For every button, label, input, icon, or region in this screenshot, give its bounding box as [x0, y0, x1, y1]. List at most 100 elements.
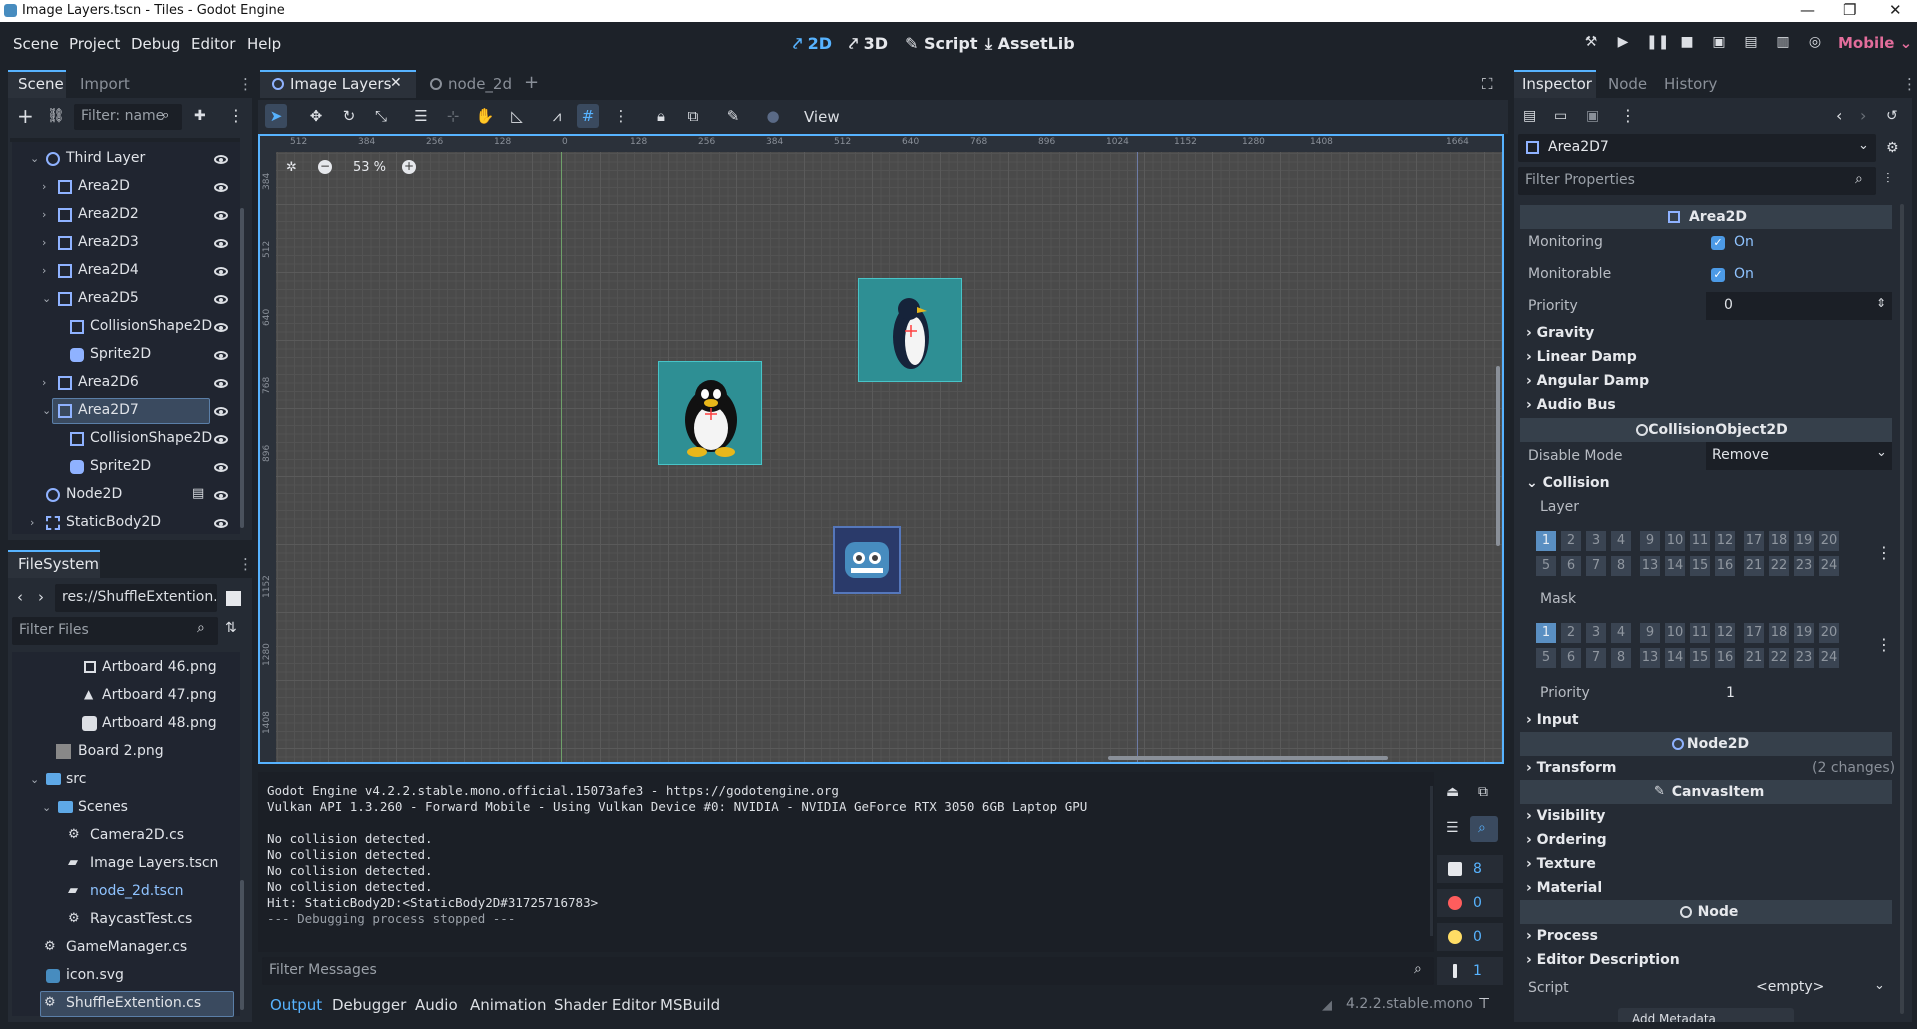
bottom-tab-animation[interactable]: Animation [470, 996, 546, 1014]
close-tab-icon[interactable]: ✕ [390, 75, 402, 91]
group-texture[interactable]: › Texture [1526, 856, 1596, 872]
workspace-script-button[interactable]: ✎ Script [905, 34, 977, 53]
attach-script-icon[interactable]: ✚ [194, 108, 206, 124]
zoom-level[interactable]: 53 % [353, 160, 386, 175]
dock-menu-icon[interactable]: ⋮ [1902, 75, 1917, 93]
layer-bit-23[interactable]: 23 [1794, 556, 1814, 576]
layer-bit-8[interactable]: 8 [1611, 556, 1631, 576]
visibility-eye-icon[interactable] [214, 519, 228, 528]
file-row[interactable]: Artboard 48.png [12, 710, 240, 738]
list-select-icon[interactable]: ☰ [410, 105, 432, 127]
tux-sprite-tile[interactable] [658, 361, 762, 465]
viewport-hscrollbar[interactable] [1108, 756, 1388, 760]
layer-bit-23[interactable]: 23 [1794, 648, 1814, 668]
warnings-toggle[interactable]: 0 [1437, 923, 1503, 951]
layer-bit-7[interactable]: 7 [1586, 556, 1606, 576]
tree-row-area2d4[interactable]: › Area2D4 [12, 257, 240, 285]
expand-arrow-icon[interactable]: ⌄ [42, 292, 51, 305]
object-history-icon[interactable]: ↺ [1886, 108, 1898, 124]
collapse-duplicates-icon[interactable]: ☰ [1446, 820, 1459, 836]
zoom-out-icon[interactable]: − [318, 160, 332, 174]
workspace-assetlib-button[interactable]: ⤓ AssetLib [985, 34, 1075, 54]
visibility-eye-icon[interactable] [214, 379, 228, 388]
layer-bit-19[interactable]: 19 [1794, 531, 1814, 551]
bottom-tab-debugger[interactable]: Debugger [332, 996, 406, 1014]
visibility-eye-icon[interactable] [214, 267, 228, 276]
bottom-tab-output[interactable]: Output [270, 996, 322, 1014]
file-row[interactable]: ⚙ Camera2D.cs [12, 822, 240, 850]
stop-icon[interactable]: ■ [1678, 34, 1696, 52]
tree-row-third-layer[interactable]: ⌄ Third Layer [12, 145, 240, 173]
split-mode-icon[interactable] [226, 591, 241, 606]
lock-icon[interactable]: 🔒︎ [650, 105, 672, 127]
scene-tree-scrollbar[interactable] [240, 208, 244, 528]
collision-priority-value[interactable]: 1 [1726, 685, 1735, 701]
visibility-eye-icon[interactable] [214, 239, 228, 248]
workspace-2d-button[interactable]: ⤤ 2D [793, 34, 832, 54]
bottom-tab-msbuild[interactable]: MSBuild [660, 996, 720, 1014]
smart-snap-icon[interactable]: ⩘ [546, 105, 568, 127]
errors-toggle[interactable]: 0 [1437, 889, 1503, 917]
remote-play-icon[interactable]: ▣ [1710, 34, 1728, 52]
add-node-icon[interactable]: + [17, 104, 34, 128]
workspace-3d-button[interactable]: ⤤ 3D [849, 34, 888, 54]
play-scene-icon[interactable]: ▤ [1742, 34, 1760, 52]
menu-help[interactable]: Help [247, 35, 281, 53]
mask-menu-icon[interactable]: ⋮ [1876, 635, 1892, 654]
scale-mode-icon[interactable]: ⤡ [370, 105, 392, 127]
layer-bit-18[interactable]: 18 [1769, 623, 1789, 643]
group-angular-damp[interactable]: › Angular Damp [1526, 373, 1649, 389]
group-visibility[interactable]: › Visibility [1526, 808, 1605, 824]
group-gravity[interactable]: › Gravity [1526, 325, 1594, 341]
forward-icon[interactable]: › [38, 588, 44, 606]
group-audio-bus[interactable]: › Audio Bus [1526, 397, 1616, 413]
tree-row-sprite2d[interactable]: Sprite2D [12, 453, 240, 481]
expand-arrow-icon[interactable]: ⌄ [42, 404, 51, 417]
file-row[interactable]: ▲ Artboard 47.png [12, 682, 240, 710]
file-row[interactable]: ⚙ GameManager.cs [12, 934, 240, 962]
tree-row-collisionshape2d[interactable]: CollisionShape2D [12, 313, 240, 341]
save-resource-icon[interactable]: ▣ [1586, 108, 1599, 124]
history-back-icon[interactable]: ‹ [1836, 106, 1842, 125]
play-custom-icon[interactable]: ▥ [1774, 34, 1792, 52]
node-path-select[interactable]: Area2D7 ⌄ [1518, 134, 1876, 162]
dock-menu-icon[interactable]: ⋮ [238, 555, 253, 573]
visibility-eye-icon[interactable] [214, 351, 228, 360]
tab-node[interactable]: Node [1608, 75, 1647, 93]
layer-bit-8[interactable]: 8 [1611, 648, 1631, 668]
layer-bit-12[interactable]: 12 [1715, 531, 1735, 551]
info-toggle[interactable]: 1 [1437, 957, 1503, 985]
tab-filesystem[interactable]: FileSystem [18, 555, 99, 573]
file-row[interactable]: ⚙ RaycastTest.cs [12, 906, 240, 934]
tree-row-area2d2[interactable]: › Area2D2 [12, 201, 240, 229]
layer-bit-2[interactable]: 2 [1561, 531, 1581, 551]
layer-bit-6[interactable]: 6 [1561, 556, 1581, 576]
monitorable-checkbox[interactable]: ✓ [1711, 268, 1725, 282]
instance-scene-icon[interactable]: ⛓ [47, 108, 65, 124]
layer-bit-21[interactable]: 21 [1744, 648, 1764, 668]
bottom-tab-audio[interactable]: Audio [415, 996, 458, 1014]
pin-panel-icon[interactable]: ⊤ [1478, 996, 1490, 1012]
layer-bit-14[interactable]: 14 [1665, 648, 1685, 668]
tab-scene[interactable]: Scene [18, 75, 64, 93]
godot-icon-sprite-tile[interactable] [833, 526, 901, 594]
layer-bit-4[interactable]: 4 [1611, 531, 1631, 551]
menu-editor[interactable]: Editor [191, 35, 235, 53]
layer-bit-1[interactable]: 1 [1536, 531, 1556, 551]
search-icon[interactable]: ⌕ [1478, 820, 1486, 836]
layer-bit-13[interactable]: 13 [1640, 648, 1660, 668]
file-row[interactable]: Artboard 46.png [12, 654, 240, 682]
inspector-scrollbar[interactable] [1900, 204, 1904, 1014]
minimize-icon[interactable]: — [1800, 1, 1815, 19]
group-input[interactable]: › Input [1526, 712, 1579, 728]
layer-bit-22[interactable]: 22 [1769, 648, 1789, 668]
ruler-mode-icon[interactable]: ◺ [506, 105, 528, 127]
visibility-eye-icon[interactable] [214, 407, 228, 416]
visibility-eye-icon[interactable] [214, 491, 228, 500]
layer-bit-5[interactable]: 5 [1536, 556, 1556, 576]
script-icon[interactable]: ▤ [192, 486, 204, 501]
move-mode-icon[interactable]: ✥ [305, 105, 327, 127]
group-editor-description[interactable]: › Editor Description [1526, 952, 1680, 968]
restore-icon[interactable]: ❐ [1843, 1, 1856, 19]
layer-bit-5[interactable]: 5 [1536, 648, 1556, 668]
